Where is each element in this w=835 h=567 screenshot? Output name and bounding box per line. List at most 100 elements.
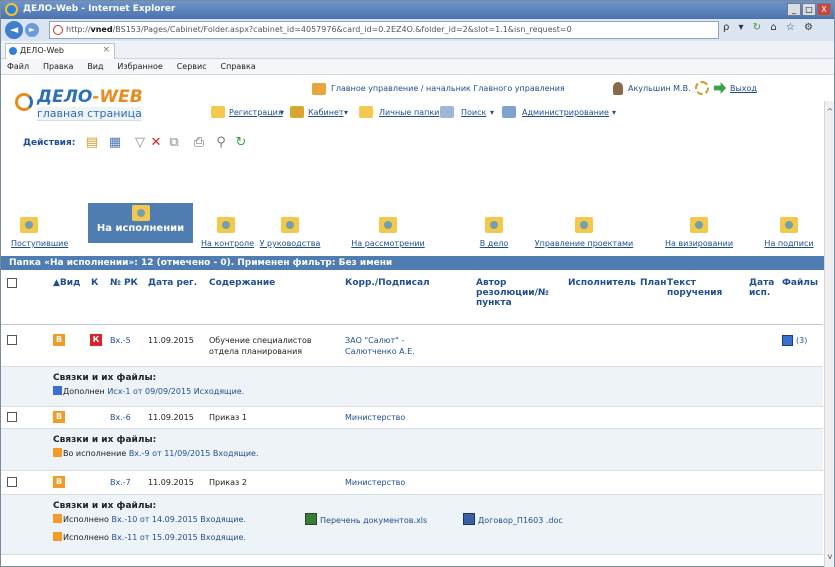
chevron-down-icon[interactable]: ▾ <box>490 108 494 117</box>
folder-endorsement[interactable]: На визировании <box>661 217 737 257</box>
menu-tools[interactable]: Сервис <box>177 62 207 71</box>
refresh-list-icon[interactable]: ↻ <box>233 135 249 151</box>
table-row[interactable]: В К Вх.-5 11.09.2015 Обучение специалист… <box>1 325 823 367</box>
attach-icon[interactable]: ⚲ <box>213 135 229 151</box>
corr-link[interactable]: Министерство <box>345 477 405 488</box>
link-line: Исполнено Вх.-10 от 14.09.2015 Входящие. <box>53 514 246 524</box>
close-button[interactable]: X <box>817 3 831 16</box>
search-icon[interactable]: ρ <box>723 22 729 33</box>
scroll-down-icon[interactable]: v <box>826 552 834 562</box>
row-checkbox[interactable] <box>7 412 17 422</box>
nav-admin[interactable]: Администрирование <box>522 108 609 117</box>
browser-tab[interactable]: ДЕЛО-Web × <box>5 43 115 59</box>
corr-link[interactable]: Министерство <box>345 412 405 423</box>
col-plan[interactable]: План <box>640 278 666 288</box>
link-type-icon <box>53 532 62 541</box>
col-rk[interactable]: № РК <box>110 278 138 288</box>
folder-to-case[interactable]: В дело <box>479 217 509 257</box>
minimize-button[interactable]: _ <box>787 3 801 16</box>
menu-edit[interactable]: Правка <box>43 62 73 71</box>
files-icon[interactable] <box>782 335 793 346</box>
table-row[interactable]: В Вх.-7 11.09.2015 Приказ 2 Министерство <box>1 471 823 495</box>
home-link[interactable]: главная страница <box>37 107 142 121</box>
nav-search[interactable]: Поиск <box>461 108 486 117</box>
favorites-icon[interactable]: ☆ <box>786 22 795 33</box>
refresh-icon[interactable]: ↻ <box>753 22 761 33</box>
row-checkbox[interactable] <box>7 477 17 487</box>
col-date-exec[interactable]: Дата исп. <box>749 278 774 298</box>
menu-help[interactable]: Справка <box>221 62 256 71</box>
chevron-down-icon[interactable]: ▾ <box>612 108 616 117</box>
folder-status-bar: Папка «На исполнении»: 12 (отмечено - 0)… <box>1 256 834 270</box>
menu-view[interactable]: Вид <box>87 62 103 71</box>
new-document-icon[interactable]: ▤ <box>84 135 100 151</box>
print-icon[interactable]: ⎙ <box>191 135 207 151</box>
nav-cabinet[interactable]: Кабинет <box>308 108 344 117</box>
col-author[interactable]: Автор резолюции/№ пункта <box>476 278 549 308</box>
col-files[interactable]: Файлы <box>782 278 818 288</box>
scroll-up-icon[interactable]: ^ <box>826 107 834 117</box>
personal-folders-icon <box>359 106 373 118</box>
files-count[interactable]: (3) <box>796 335 807 346</box>
folder-management[interactable]: У руководства <box>259 217 321 257</box>
col-k[interactable]: К <box>91 278 98 288</box>
col-task-text[interactable]: Текст поручения <box>667 278 722 298</box>
content-text: Обучение специалистов <box>209 336 312 345</box>
col-corr[interactable]: Корр./Подписал <box>345 278 430 288</box>
settings-icon[interactable] <box>695 81 709 95</box>
url-input[interactable]: http://vned/BS153/Pages/Cabinet/Folder.a… <box>49 21 719 39</box>
corr-link-2[interactable]: Салютченко А.Е. <box>345 346 415 357</box>
folder-review[interactable]: На рассмотрении <box>347 217 429 257</box>
documents-table: ▲Вид К № РК Дата рег. Содержание Корр./П… <box>1 270 823 555</box>
related-doc-link[interactable]: Вх.-11 от 15.09.2015 Входящие. <box>111 533 245 542</box>
maximize-button[interactable]: □ <box>802 3 816 16</box>
home-icon[interactable]: ⌂ <box>770 22 776 33</box>
table-row[interactable]: В Вх.-6 11.09.2015 Приказ 1 Министерство <box>1 407 823 429</box>
related-doc-link[interactable]: Вх.-10 от 14.09.2015 Входящие. <box>111 515 245 524</box>
exit-arrow-icon[interactable] <box>714 82 726 94</box>
tab-close-icon[interactable]: × <box>102 45 110 55</box>
menu-favorites[interactable]: Избранное <box>117 62 162 71</box>
rk-link[interactable]: Вх.-7 <box>110 477 131 488</box>
tab-bar: ДЕЛО-Web × <box>1 41 834 59</box>
back-icon[interactable]: ◄ <box>5 21 23 39</box>
row-checkbox[interactable] <box>7 335 17 345</box>
nav-registration[interactable]: Регистрация <box>229 108 283 117</box>
related-doc-link[interactable]: Вх.-9 от 11/09/2015 Входящие. <box>129 449 259 458</box>
vertical-scrollbar[interactable]: ^ v <box>824 101 834 567</box>
links-panel: Связки и их файлы: Дополнен Исх-1 от 09/… <box>1 367 823 407</box>
table-icon[interactable]: ▦ <box>107 135 123 151</box>
col-content[interactable]: Содержание <box>209 278 275 288</box>
filter-icon[interactable]: ▽ <box>132 135 148 151</box>
delete-icon[interactable]: ✕ <box>148 135 164 151</box>
org-icon <box>312 83 326 95</box>
file-doc-link[interactable]: Договор_П1603 .doc <box>463 513 563 525</box>
rk-link[interactable]: Вх.-5 <box>110 335 131 346</box>
folder-on-control[interactable]: На контроле <box>201 217 254 257</box>
rk-link[interactable]: Вх.-6 <box>110 412 131 423</box>
window-title: ДЕЛО-Web - Internet Explorer <box>23 4 176 14</box>
related-doc-link[interactable]: Исх-1 от 09/09/2015 Исходящие. <box>107 387 244 396</box>
col-date-reg[interactable]: Дата рег. <box>148 278 197 288</box>
folder-in-execution[interactable]: На исполнении <box>88 203 193 243</box>
col-executor[interactable]: Исполнитель <box>568 278 636 288</box>
nav-personal-folders[interactable]: Личные папки <box>379 108 439 117</box>
dropdown-icon[interactable]: ▾ <box>739 22 744 33</box>
select-all-checkbox[interactable] <box>7 278 17 288</box>
chevron-down-icon[interactable]: ▾ <box>280 108 284 117</box>
link-line: Во исполнение Вх.-9 от 11/09/2015 Входящ… <box>53 448 259 458</box>
menu-file[interactable]: Файл <box>7 62 29 71</box>
reg-date: 11.09.2015 <box>148 478 194 487</box>
link-line: Исполнено Вх.-11 от 15.09.2015 Входящие. <box>53 532 246 542</box>
settings-gear-icon[interactable]: ⚙ <box>804 22 813 33</box>
col-vid[interactable]: ▲Вид <box>53 278 80 288</box>
file-xls-link[interactable]: Перечень документов.xls <box>305 513 427 525</box>
chevron-down-icon[interactable]: ▾ <box>344 108 348 117</box>
corr-link[interactable]: ЗАО "Салют" - <box>345 335 404 346</box>
folder-signature[interactable]: На подписи <box>758 217 820 257</box>
forward-icon[interactable]: ► <box>25 23 39 37</box>
folder-incoming[interactable]: Поступившие <box>11 217 68 257</box>
folder-project-management[interactable]: Управление проектами <box>526 217 642 257</box>
logout-link[interactable]: Выход <box>730 84 757 93</box>
copy-icon[interactable]: ⧉ <box>166 135 182 151</box>
